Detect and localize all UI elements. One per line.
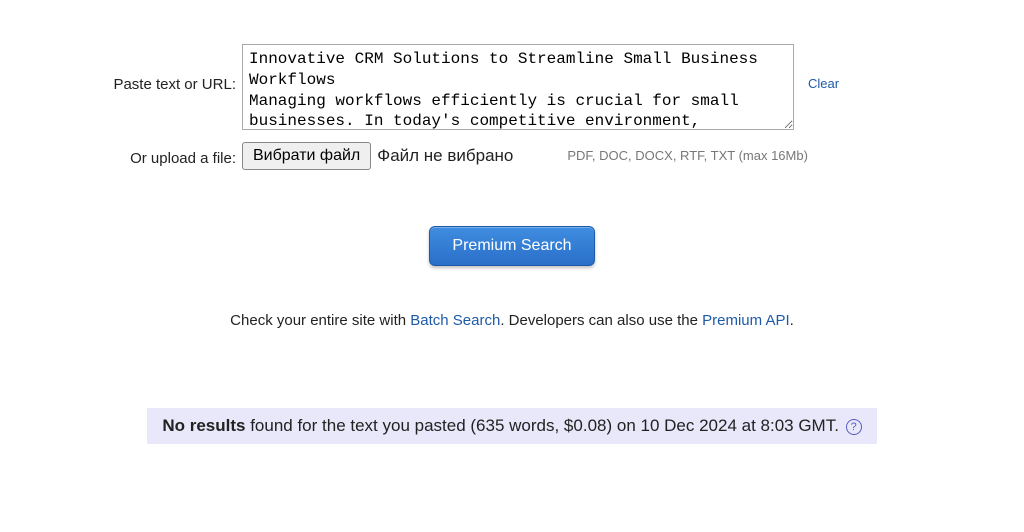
choose-file-button[interactable]: Вибрати файл xyxy=(242,142,371,170)
info-prefix: Check your entire site with xyxy=(230,312,410,329)
help-icon[interactable]: ? xyxy=(846,419,862,435)
info-suffix: . xyxy=(790,312,794,329)
file-hint: PDF, DOC, DOCX, RTF, TXT (max 16Mb) xyxy=(567,142,808,163)
paste-textarea[interactable] xyxy=(242,44,794,130)
paste-label: Paste text or URL: xyxy=(0,44,242,93)
premium-api-link[interactable]: Premium API xyxy=(702,312,790,329)
upload-label: Or upload a file: xyxy=(0,142,242,167)
info-text: Check your entire site with Batch Search… xyxy=(0,312,1024,329)
results-rest: found for the text you pasted (635 words… xyxy=(245,416,843,435)
results-bar: No results found for the text you pasted… xyxy=(147,408,877,444)
info-middle: . Developers can also use the xyxy=(500,312,702,329)
batch-search-link[interactable]: Batch Search xyxy=(410,312,500,329)
no-file-text: Файл не вибрано xyxy=(377,142,513,166)
clear-link[interactable]: Clear xyxy=(808,76,839,91)
premium-search-button[interactable]: Premium Search xyxy=(429,226,594,266)
results-strong: No results xyxy=(162,416,245,435)
